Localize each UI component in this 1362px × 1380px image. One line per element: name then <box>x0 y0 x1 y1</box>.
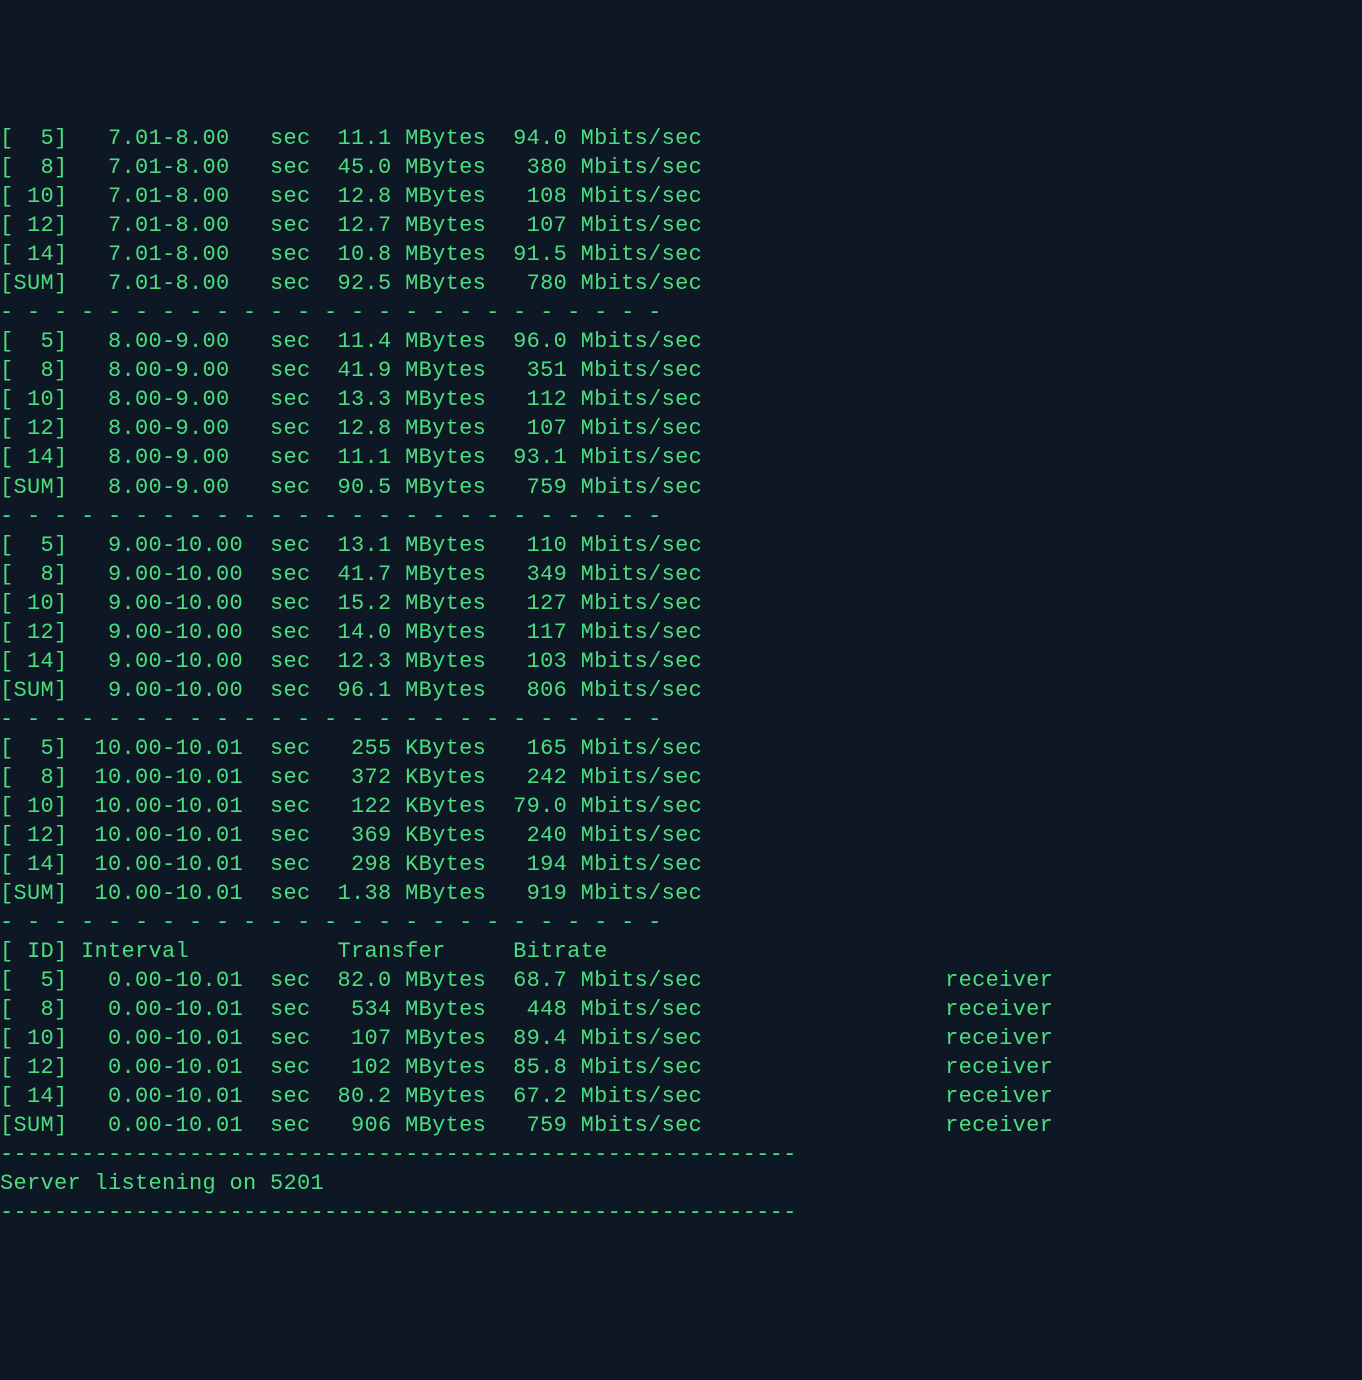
iperf-row: [ 8] 10.00-10.01 sec 372 KBytes 242 Mbit… <box>0 763 1362 792</box>
iperf-row: [ 12] 7.01-8.00 sec 12.7 MBytes 107 Mbit… <box>0 211 1362 240</box>
iperf-row: [SUM] 10.00-10.01 sec 1.38 MBytes 919 Mb… <box>0 879 1362 908</box>
summary-row: [ 14] 0.00-10.01 sec 80.2 MBytes 67.2 Mb… <box>0 1082 1362 1111</box>
separator: - - - - - - - - - - - - - - - - - - - - … <box>0 502 1362 531</box>
iperf-row: [SUM] 8.00-9.00 sec 90.5 MBytes 759 Mbit… <box>0 473 1362 502</box>
summary-row: [SUM] 0.00-10.01 sec 906 MBytes 759 Mbit… <box>0 1111 1362 1140</box>
iperf-row: [ 10] 10.00-10.01 sec 122 KBytes 79.0 Mb… <box>0 792 1362 821</box>
iperf-row: [ 14] 10.00-10.01 sec 298 KBytes 194 Mbi… <box>0 850 1362 879</box>
iperf-row: [ 8] 8.00-9.00 sec 41.9 MBytes 351 Mbits… <box>0 356 1362 385</box>
iperf-row: [ 12] 10.00-10.01 sec 369 KBytes 240 Mbi… <box>0 821 1362 850</box>
iperf-row: [ 5] 7.01-8.00 sec 11.1 MBytes 94.0 Mbit… <box>0 124 1362 153</box>
iperf-row: [ 10] 8.00-9.00 sec 13.3 MBytes 112 Mbit… <box>0 385 1362 414</box>
iperf-row: [SUM] 7.01-8.00 sec 92.5 MBytes 780 Mbit… <box>0 269 1362 298</box>
summary-row: [ 8] 0.00-10.01 sec 534 MBytes 448 Mbits… <box>0 995 1362 1024</box>
separator: - - - - - - - - - - - - - - - - - - - - … <box>0 908 1362 937</box>
iperf-row: [ 14] 9.00-10.00 sec 12.3 MBytes 103 Mbi… <box>0 647 1362 676</box>
iperf-row: [ 5] 10.00-10.01 sec 255 KBytes 165 Mbit… <box>0 734 1362 763</box>
separator: - - - - - - - - - - - - - - - - - - - - … <box>0 298 1362 327</box>
summary-row: [ 5] 0.00-10.01 sec 82.0 MBytes 68.7 Mbi… <box>0 966 1362 995</box>
iperf-row: [ 5] 9.00-10.00 sec 13.1 MBytes 110 Mbit… <box>0 531 1362 560</box>
iperf-row: [ 12] 8.00-9.00 sec 12.8 MBytes 107 Mbit… <box>0 414 1362 443</box>
iperf-row: [SUM] 9.00-10.00 sec 96.1 MBytes 806 Mbi… <box>0 676 1362 705</box>
iperf-row: [ 8] 7.01-8.00 sec 45.0 MBytes 380 Mbits… <box>0 153 1362 182</box>
iperf-row: [ 14] 7.01-8.00 sec 10.8 MBytes 91.5 Mbi… <box>0 240 1362 269</box>
separator: - - - - - - - - - - - - - - - - - - - - … <box>0 705 1362 734</box>
iperf-row: [ 14] 8.00-9.00 sec 11.1 MBytes 93.1 Mbi… <box>0 443 1362 472</box>
iperf-row: [ 12] 9.00-10.00 sec 14.0 MBytes 117 Mbi… <box>0 618 1362 647</box>
summary-header: [ ID] Interval Transfer Bitrate <box>0 937 1362 966</box>
long-separator: ----------------------------------------… <box>0 1140 1362 1169</box>
iperf-row: [ 5] 8.00-9.00 sec 11.4 MBytes 96.0 Mbit… <box>0 327 1362 356</box>
long-separator: ----------------------------------------… <box>0 1198 1362 1227</box>
terminal-output: [ 5] 7.01-8.00 sec 11.1 MBytes 94.0 Mbit… <box>0 124 1362 1227</box>
iperf-row: [ 10] 9.00-10.00 sec 15.2 MBytes 127 Mbi… <box>0 589 1362 618</box>
summary-row: [ 12] 0.00-10.01 sec 102 MBytes 85.8 Mbi… <box>0 1053 1362 1082</box>
summary-row: [ 10] 0.00-10.01 sec 107 MBytes 89.4 Mbi… <box>0 1024 1362 1053</box>
server-listening: Server listening on 5201 <box>0 1169 1362 1198</box>
iperf-row: [ 10] 7.01-8.00 sec 12.8 MBytes 108 Mbit… <box>0 182 1362 211</box>
iperf-row: [ 8] 9.00-10.00 sec 41.7 MBytes 349 Mbit… <box>0 560 1362 589</box>
